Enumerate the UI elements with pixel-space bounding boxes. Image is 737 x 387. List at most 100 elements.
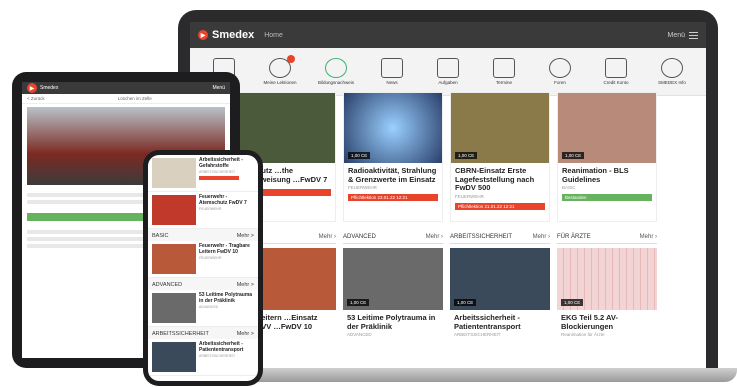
lesson-cards: …schutz …the Unterweisung …FwDV 7 1,00 C…: [236, 92, 694, 222]
nav-label: SMEDEX Info: [658, 79, 686, 85]
nav-item-news[interactable]: News: [370, 57, 414, 86]
lesson-title: Arbeitssicherheit - Patiententransport: [199, 341, 244, 353]
lesson-title: Feuerwehr - Atemschutz FwDV 7: [199, 194, 247, 206]
more-link[interactable]: Mehr >: [237, 282, 254, 288]
section-header: FÜR ÄRZTE Mehr ›: [557, 232, 657, 244]
tablet-subheader: < Zurück Löschen im Zelle: [22, 94, 230, 104]
lesson-card[interactable]: Arbeitssicherheit - Gefahrstoffe ARBEITSS…: [148, 155, 258, 192]
lesson-card[interactable]: Feuerwehr - Atemschutz FwDV 7 FEUERWEHR: [148, 192, 258, 229]
lesson-category: ARBEITSSICHERHEIT: [199, 169, 236, 174]
menu-button[interactable]: Menü: [212, 85, 225, 91]
ce-badge: 1,00 CE: [455, 152, 478, 159]
lesson-thumbnail: 1,00 CE: [450, 248, 550, 310]
nav-label: News: [386, 79, 398, 85]
nav-item-info[interactable]: SMEDEX Info: [650, 57, 694, 86]
nav-item-credit[interactable]: Credit Konto: [594, 57, 638, 86]
lesson-category: ADVANCED: [347, 332, 372, 338]
section-name: FÜR ÄRZTE: [557, 234, 591, 240]
hamburger-icon: [689, 31, 698, 39]
notification-badge: [287, 54, 295, 63]
section-header: ARBEITSSICHERHEIT Mehr >: [148, 327, 258, 339]
info-icon: [661, 57, 683, 78]
certificate-progress-icon: [325, 57, 347, 78]
forum-icon: [549, 57, 571, 78]
nav-label: Meine Lektionen: [263, 79, 297, 85]
mandatory-ribbon: Pflichtlektion 23.01.22 12:21: [348, 194, 438, 202]
more-label: Mehr: [318, 234, 333, 240]
section-column: ADVANCED Mehr › 1,00 CE 53 Leitime Polytr…: [343, 232, 443, 353]
lesson-card[interactable]: 1,00 CE EKG Teil 5.2 AV-Blockierungen Re…: [557, 248, 657, 353]
menu-button[interactable]: Menü: [667, 31, 698, 39]
logo-text: Smedex: [212, 29, 255, 41]
more-link[interactable]: Mehr >: [237, 233, 254, 239]
lesson-category: FEUERWEHR: [199, 255, 222, 260]
nav-label: Termine: [495, 79, 512, 85]
more-link[interactable]: Mehr ›: [533, 234, 550, 240]
mandatory-ribbon: [199, 175, 239, 180]
lesson-category: ARBEITSSICHERHEIT: [199, 353, 236, 358]
nav-label: Foren: [554, 79, 566, 85]
lesson-card[interactable]: 1,00 CE Arbeitssicherheit - Patiententra…: [450, 248, 550, 353]
device-mockup-stage: ▶ Smedex Home Menü Medientek Meine Lekti…: [0, 0, 737, 387]
nav-item-my-lessons[interactable]: Meine Lektionen: [258, 54, 302, 86]
more-label: Mehr: [532, 234, 547, 240]
more-link[interactable]: Mehr ›: [640, 234, 657, 240]
section-name: ARBEITSSICHERHEIT: [152, 331, 209, 337]
menu-label: Menü: [667, 31, 685, 39]
lesson-title: Reanimation - BLS Guidelines: [562, 166, 629, 184]
ce-badge: 1,00 CE: [562, 152, 585, 159]
nav-label: Credit Konto: [603, 79, 629, 85]
lesson-title: Arbeitssicherheit - Gefahrstoffe: [199, 157, 243, 169]
ce-badge: 1,00 CE: [348, 152, 371, 159]
lesson-thumbnail: 1,00 CE: [451, 93, 549, 163]
lesson-category: FEUERWEHR: [348, 185, 377, 191]
lesson-category: Reanimation für Ärzte: [561, 332, 605, 338]
section-header: ARBEITSSICHERHEIT Mehr ›: [450, 232, 550, 244]
lesson-title: Radioaktivität, Strahlung & Grenzwerte i…: [348, 166, 437, 184]
play-icon: ▶: [198, 30, 208, 40]
nav-item-tasks[interactable]: Aufgaben: [426, 57, 470, 86]
nav-item-certificate[interactable]: Bildungsnachweis: [314, 57, 358, 86]
nav-home-link[interactable]: Home: [264, 32, 283, 39]
nav-item-calendar[interactable]: Termine: [482, 57, 526, 86]
more-link[interactable]: Mehr >: [237, 331, 254, 337]
section-header: BASIC Mehr >: [148, 229, 258, 241]
lesson-thumbnail: [152, 195, 196, 225]
tablet-top-bar: ▶ Smedex Menü: [22, 82, 230, 94]
mail-icon: [381, 57, 403, 78]
play-icon: ▶: [27, 83, 37, 93]
more-link[interactable]: Mehr ›: [319, 234, 336, 240]
lesson-card[interactable]: 1,00 CE 53 Leitime Polytrauma in der Prä…: [343, 248, 443, 353]
section-name: ADVANCED: [343, 234, 376, 240]
category-sections: Mehr › …re Leitern …Einsatz und UVV …FwD…: [236, 232, 694, 353]
lesson-card[interactable]: 1,00 CE Reanimation - BLS Guidelines BAS…: [557, 92, 657, 222]
lesson-thumbnail: [152, 244, 196, 274]
text-line: [27, 200, 146, 204]
lesson-title: EKG Teil 5.2 AV-Blockierungen: [561, 313, 618, 331]
lesson-card[interactable]: 53 Leitime Polytrauma in der Präklinik AD…: [148, 290, 258, 327]
page-title: Löschen im Zelle: [117, 96, 152, 101]
lesson-category: FEUERWEHR: [455, 193, 484, 199]
section-column: ARBEITSSICHERHEIT Mehr › 1,00 CE Arbeitss…: [450, 232, 550, 353]
calendar-icon: [493, 57, 515, 78]
credit-account-icon: [605, 57, 627, 78]
lesson-category: ADVANCED: [199, 304, 219, 309]
lesson-card[interactable]: 1,00 CE Radioaktivität, Strahlung & Gren…: [343, 92, 443, 222]
lesson-thumbnail: 1,00 CE: [344, 93, 442, 163]
ce-badge: 1,00 CE: [347, 299, 370, 306]
nav-label: Bildungsnachweis: [317, 79, 355, 85]
nav-item-forum[interactable]: Foren: [538, 57, 582, 86]
smedex-logo[interactable]: ▶ Smedex: [198, 29, 254, 41]
lesson-thumbnail: [152, 342, 196, 372]
lesson-title: 53 Leitime Polytrauma in der Präklinik: [199, 292, 253, 304]
my-lessons-icon: [269, 54, 295, 78]
lesson-card[interactable]: 1,00 CE CBRN-Einsatz Erste Lagefeststell…: [450, 92, 550, 222]
lesson-card[interactable]: Feuerwehr - Tragbare Leitern FwDV 10 FEUE…: [148, 241, 258, 278]
lesson-title: CBRN-Einsatz Erste Lagefeststellung nach…: [455, 166, 535, 193]
lesson-card[interactable]: Arbeitssicherheit - Patiententransport AR…: [148, 339, 258, 376]
back-button[interactable]: < Zurück: [27, 96, 45, 101]
start-button[interactable]: [27, 213, 152, 221]
more-link[interactable]: Mehr ›: [426, 234, 443, 240]
lesson-thumbnail: 1,00 CE: [557, 248, 657, 310]
nav-label: Aufgaben: [438, 79, 458, 85]
